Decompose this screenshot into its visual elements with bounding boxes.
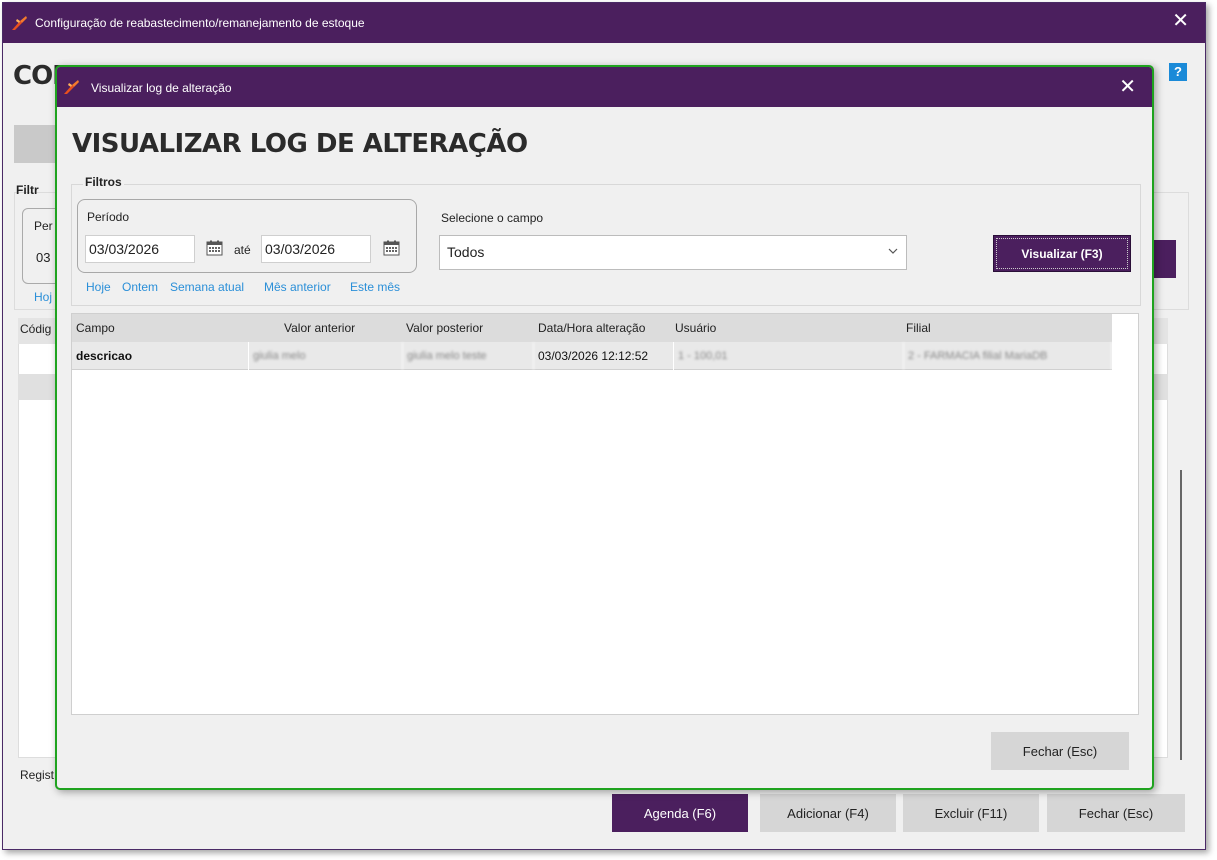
cell-filial: 2 - FARMACIA filial MariaDB <box>904 342 1112 370</box>
modal-title: Visualizar log de alteração <box>91 81 232 95</box>
visualizar-button[interactable]: Visualizar (F3) <box>993 235 1131 272</box>
calendar-icon[interactable] <box>206 240 223 256</box>
ate-label: até <box>234 243 251 257</box>
parent-close-icon[interactable]: ✕ <box>1172 11 1189 31</box>
page-title: VISUALIZAR LOG DE ALTERAÇÃO <box>72 129 528 159</box>
link-ontem[interactable]: Ontem <box>122 280 158 294</box>
parent-periodo-label: Per <box>34 219 53 233</box>
fechar-button[interactable]: Fechar (Esc) <box>991 732 1129 770</box>
parent-column-codigo: Códig <box>20 322 52 336</box>
app-logo-icon <box>12 16 27 30</box>
column-valor-posterior[interactable]: Valor posterior <box>406 321 483 335</box>
parent-window-title: Configuração de reabastecimento/remaneja… <box>35 16 365 30</box>
chevron-down-icon[interactable] <box>887 245 899 257</box>
column-usuario[interactable]: Usuário <box>675 321 716 335</box>
cell-campo: descricao <box>72 342 249 370</box>
link-mes-anterior[interactable]: Mês anterior <box>264 280 331 294</box>
modal-close-icon[interactable]: ✕ <box>1119 77 1136 97</box>
table-row[interactable]: descricao giulia melo giulia melo teste … <box>72 342 1112 370</box>
log-modal: Visualizar log de alteração ✕ VISUALIZAR… <box>55 65 1154 790</box>
agenda-button[interactable]: Agenda (F6) <box>612 794 748 832</box>
log-table: Campo Valor anterior Valor posterior Dat… <box>71 313 1139 715</box>
cell-valor-anterior: giulia melo <box>249 342 403 370</box>
parent-fechar-button[interactable]: Fechar (Esc) <box>1047 794 1185 832</box>
column-valor-anterior[interactable]: Valor anterior <box>284 321 355 335</box>
adicionar-button[interactable]: Adicionar (F4) <box>760 794 896 832</box>
parent-link-hoje[interactable]: Hoj <box>34 290 52 304</box>
parent-scrollbar[interactable] <box>1170 318 1188 758</box>
table-header: Campo Valor anterior Valor posterior Dat… <box>72 314 1112 342</box>
parent-titlebar: Configuração de reabastecimento/remaneja… <box>3 3 1205 43</box>
parent-scrollbar-thumb[interactable] <box>1180 470 1182 760</box>
column-filial[interactable]: Filial <box>906 321 931 335</box>
campo-label: Selecione o campo <box>441 211 544 225</box>
column-data-hora[interactable]: Data/Hora alteração <box>538 321 645 335</box>
date-to-input[interactable] <box>261 235 371 263</box>
app-logo-icon <box>64 80 79 94</box>
help-icon[interactable]: ? <box>1169 63 1187 81</box>
calendar-icon[interactable] <box>383 240 400 256</box>
link-este-mes[interactable]: Este mês <box>350 280 400 294</box>
parent-record-count: Regist <box>20 768 55 782</box>
link-semana-atual[interactable]: Semana atual <box>170 280 244 294</box>
parent-filtros-label: Filtr <box>16 183 39 197</box>
cell-usuario: 1 - 100,01 <box>674 342 904 370</box>
cell-valor-posterior: giulia melo teste <box>403 342 534 370</box>
parent-date-input[interactable]: 03 <box>36 250 50 265</box>
link-hoje[interactable]: Hoje <box>86 280 111 294</box>
date-from-input[interactable] <box>85 235 195 263</box>
modal-titlebar: Visualizar log de alteração ✕ <box>57 67 1152 107</box>
periodo-label: Período <box>87 210 130 224</box>
campo-select[interactable]: Todos <box>439 235 907 270</box>
filters-legend: Filtros <box>83 175 124 189</box>
cell-data-hora: 03/03/2026 12:12:52 <box>534 342 674 370</box>
excluir-button[interactable]: Excluir (F11) <box>903 794 1039 832</box>
column-campo[interactable]: Campo <box>76 321 115 335</box>
